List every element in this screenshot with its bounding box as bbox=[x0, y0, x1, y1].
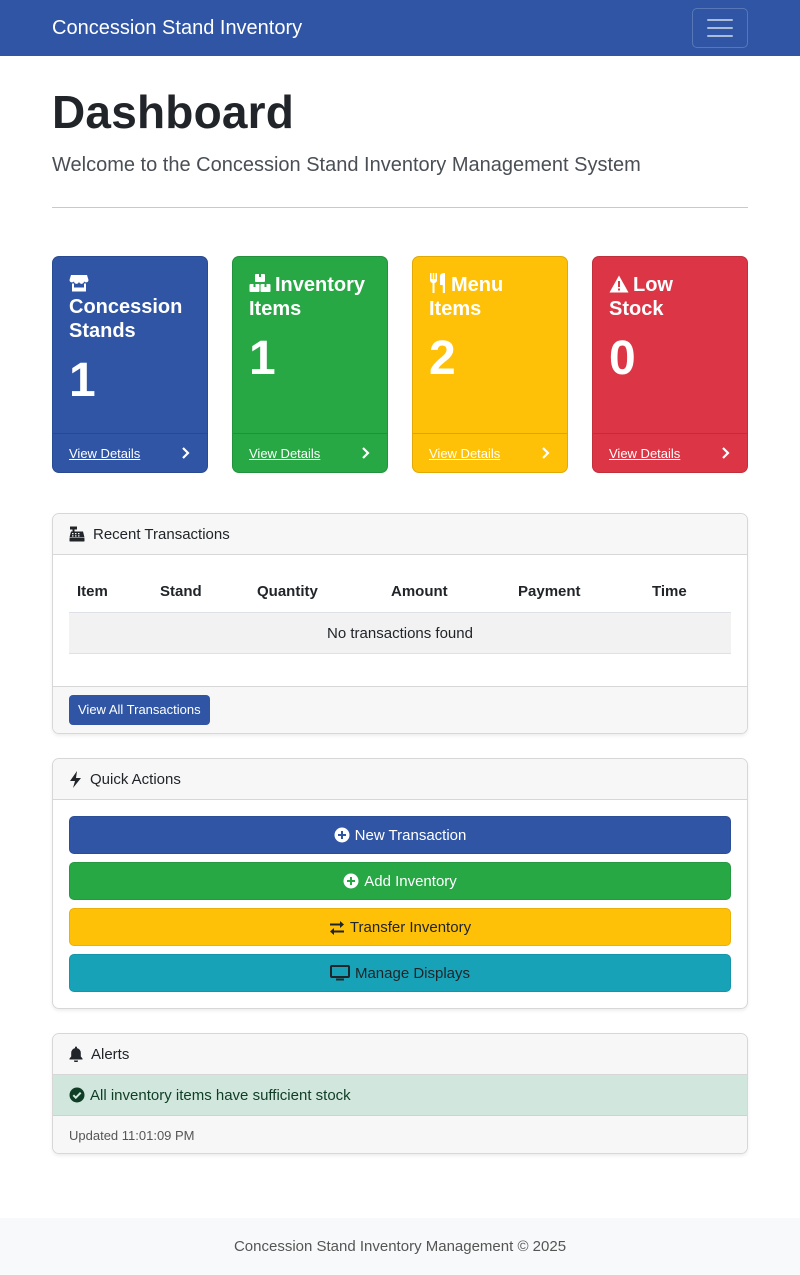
alerts-updated-time: Updated 11:01:09 PM bbox=[53, 1116, 747, 1153]
column-header-quantity: Quantity bbox=[249, 571, 383, 613]
boxes-icon bbox=[249, 274, 271, 292]
table-header-row: Item Stand Quantity Amount Payment Time bbox=[69, 571, 731, 613]
stat-card-menu-items: Menu Items 2 View Details bbox=[412, 256, 568, 473]
page-footer: Concession Stand Inventory Management © … bbox=[0, 1218, 800, 1275]
store-icon bbox=[69, 275, 89, 292]
stat-value: 0 bbox=[609, 332, 636, 385]
divider bbox=[52, 207, 748, 208]
card-title: Recent Transactions bbox=[93, 525, 230, 543]
check-circle-icon bbox=[69, 1087, 85, 1103]
card-header: Alerts bbox=[53, 1034, 747, 1075]
add-inventory-button[interactable]: Add Inventory bbox=[69, 862, 731, 900]
column-header-amount: Amount bbox=[383, 571, 510, 613]
stat-card-concession-stands: Concession Stands 1 View Details bbox=[52, 256, 208, 473]
quick-actions-card: Quick Actions New Transaction Add Invent… bbox=[52, 758, 748, 1009]
alerts-card: Alerts All inventory items have sufficie… bbox=[52, 1033, 748, 1154]
transactions-table: Item Stand Quantity Amount Payment Time … bbox=[69, 571, 731, 654]
monitor-icon bbox=[329, 965, 350, 981]
button-label: Transfer Inventory bbox=[349, 918, 472, 936]
chevron-right-icon bbox=[362, 447, 370, 459]
button-label: New Transaction bbox=[354, 826, 467, 844]
stat-footer[interactable]: View Details bbox=[593, 433, 747, 472]
transfer-inventory-button[interactable]: Transfer Inventory bbox=[69, 908, 731, 946]
navbar-toggler-button[interactable] bbox=[692, 8, 748, 48]
plus-circle-icon bbox=[334, 827, 350, 843]
utensils-icon bbox=[429, 273, 445, 293]
chevron-right-icon bbox=[182, 447, 190, 459]
alert-success: All inventory items have sufficient stoc… bbox=[53, 1075, 747, 1116]
column-header-item: Item bbox=[69, 571, 152, 613]
button-label: Add Inventory bbox=[364, 872, 457, 890]
manage-displays-button[interactable]: Manage Displays bbox=[69, 954, 731, 992]
stat-title: Concession Stands bbox=[69, 296, 183, 342]
page-subtitle: Welcome to the Concession Stand Inventor… bbox=[52, 154, 641, 176]
view-details-link[interactable]: View Details bbox=[69, 446, 140, 461]
navbar-brand[interactable]: Concession Stand Inventory bbox=[52, 17, 302, 40]
exchange-icon bbox=[329, 921, 344, 935]
column-header-payment: Payment bbox=[510, 571, 644, 613]
column-header-time: Time bbox=[644, 571, 731, 613]
new-transaction-button[interactable]: New Transaction bbox=[69, 816, 731, 854]
table-row: No transactions found bbox=[69, 612, 731, 654]
card-footer: View All Transactions bbox=[53, 686, 747, 733]
page-title: Dashboard bbox=[52, 86, 295, 138]
stat-value: 1 bbox=[69, 354, 96, 407]
plus-circle-icon bbox=[343, 873, 359, 889]
cash-register-icon bbox=[69, 526, 85, 542]
stat-footer[interactable]: View Details bbox=[413, 433, 567, 472]
stat-card-low-stock: Low Stock 0 View Details bbox=[592, 256, 748, 473]
stats-row: Concession Stands 1 View Details Invento… bbox=[52, 256, 748, 473]
card-header: Quick Actions bbox=[53, 759, 747, 800]
main-container: Dashboard Welcome to the Concession Stan… bbox=[0, 84, 800, 1154]
recent-transactions-card: Recent Transactions Item Stand Quantity … bbox=[52, 513, 748, 734]
view-all-transactions-button[interactable]: View All Transactions bbox=[69, 695, 210, 725]
footer-text: Concession Stand Inventory Management © … bbox=[233, 1238, 567, 1255]
view-details-link[interactable]: View Details bbox=[609, 446, 680, 461]
stat-value: 1 bbox=[249, 332, 276, 385]
bolt-icon bbox=[70, 770, 81, 788]
stat-footer[interactable]: View Details bbox=[233, 433, 387, 472]
column-header-stand: Stand bbox=[152, 571, 249, 613]
warning-icon bbox=[609, 275, 629, 293]
chevron-right-icon bbox=[542, 447, 550, 459]
bell-icon bbox=[69, 1046, 83, 1062]
stat-value: 2 bbox=[429, 332, 456, 385]
card-title: Alerts bbox=[91, 1045, 130, 1063]
empty-message: No transactions found bbox=[69, 612, 731, 654]
stat-card-inventory-items: Inventory Items 1 View Details bbox=[232, 256, 388, 473]
alert-message: All inventory items have sufficient stoc… bbox=[90, 1086, 351, 1104]
chevron-right-icon bbox=[722, 447, 730, 459]
view-details-link[interactable]: View Details bbox=[249, 446, 320, 461]
navbar: Concession Stand Inventory bbox=[0, 0, 800, 56]
view-details-link[interactable]: View Details bbox=[429, 446, 500, 461]
stat-footer[interactable]: View Details bbox=[53, 433, 207, 472]
card-title: Quick Actions bbox=[90, 770, 181, 788]
button-label: Manage Displays bbox=[354, 964, 471, 982]
card-header: Recent Transactions bbox=[53, 514, 747, 555]
hamburger-icon bbox=[707, 19, 733, 37]
